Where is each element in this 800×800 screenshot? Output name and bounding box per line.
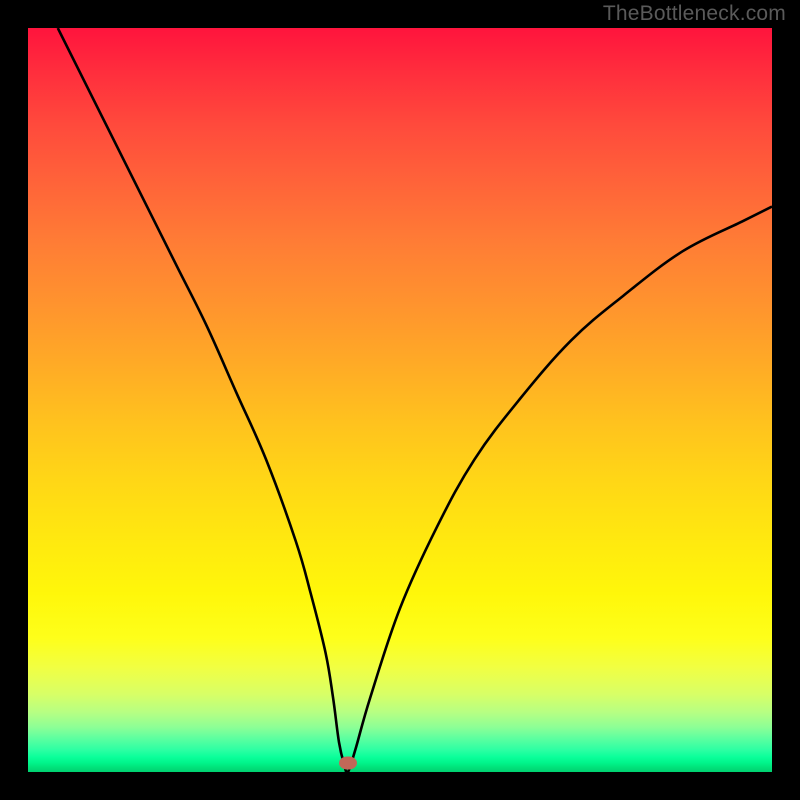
chart-plot-area bbox=[28, 28, 772, 772]
watermark-text: TheBottleneck.com bbox=[603, 2, 786, 26]
bottleneck-curve bbox=[28, 28, 772, 772]
optimum-marker bbox=[339, 757, 357, 770]
